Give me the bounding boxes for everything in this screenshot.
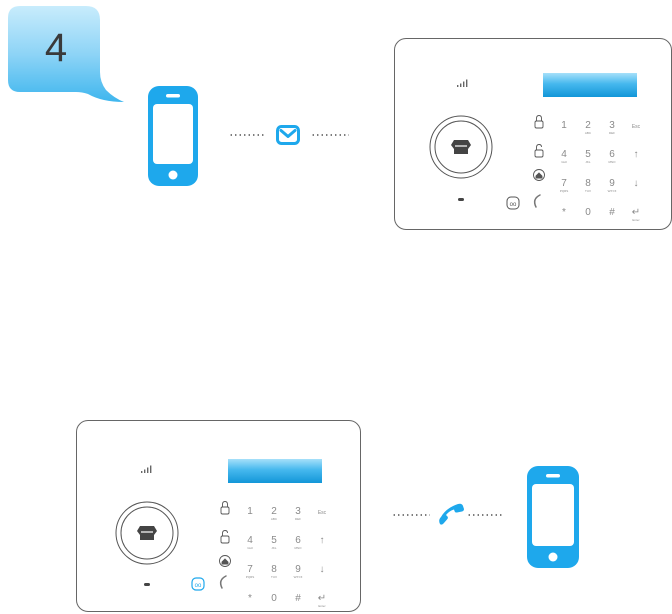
- smartphone-icon: [527, 466, 579, 573]
- keypad-key-3-3: #: [295, 593, 301, 604]
- keypad-key-0-1: 1: [247, 506, 253, 517]
- keypad-key-1-3: 6: [609, 149, 615, 160]
- alarm-panel: oo 1 2 ABC 3 DEF Esc 4 GHI 5 JKL 6 MNO ↑ 7 PQRS 8 TUV 9 WX…: [76, 420, 361, 612]
- keypad-key-3-4: ↵: [632, 207, 640, 218]
- keypad-key-3-4: ↵: [318, 593, 326, 604]
- keypad-key-sublabel: Enter: [318, 604, 325, 608]
- keypad-key-3-1: *: [562, 207, 566, 218]
- phone-handset-icon: [436, 500, 466, 533]
- keypad-key-1-3: 6: [295, 535, 301, 546]
- keypad-key-3-2: 0: [585, 207, 591, 218]
- lcd-display: [228, 459, 322, 483]
- keypad-key-2-2: 8: [585, 178, 591, 189]
- keypad-key-sublabel: GHI: [561, 160, 567, 164]
- keypad-key-1-4: ↑: [634, 149, 639, 160]
- call-key-icon: [219, 575, 227, 589]
- keypad-key-sublabel: JKL: [271, 546, 277, 550]
- call-key-icon: [533, 194, 541, 208]
- status-led: [144, 583, 150, 586]
- alarm-panel-graphic: oo 1 2ABC 3DEF Esc 4GHI 5JKL 6MNO ↑ 7PQRS 8TUV 9WX…: [115, 459, 327, 608]
- voice-message-icon: oo: [506, 196, 520, 210]
- keypad-key-0-4: Esc: [318, 510, 327, 516]
- keypad-key-0-3: 3: [295, 506, 301, 517]
- keypad-key-sublabel: GHI: [247, 546, 253, 550]
- keypad-key-sublabel: DEF: [609, 131, 615, 135]
- navigation-dial: [115, 501, 179, 565]
- home-lock-icon: [219, 555, 231, 567]
- keypad-key-1-1: 4: [247, 535, 253, 546]
- keypad-key-sublabel: Enter: [632, 218, 639, 222]
- smartphone-icon: [148, 86, 198, 191]
- lock-closed-icon: [534, 115, 544, 129]
- connector-dots: [392, 514, 430, 516]
- keypad-key-0-2: 2: [585, 120, 591, 131]
- keypad-key-0-2: 2: [271, 506, 277, 517]
- step-badge: 4: [6, 4, 126, 106]
- lcd-display: [543, 73, 637, 97]
- keypad-key-0-1: 1: [561, 120, 567, 131]
- connector-dots: [467, 514, 503, 516]
- envelope-icon: [276, 125, 300, 150]
- lock-open-icon: [220, 530, 230, 544]
- home-icon: [137, 526, 157, 540]
- keypad-key-sublabel: DEF: [295, 517, 301, 521]
- signal-icon: [141, 465, 152, 473]
- keypad-key-2-1: 7: [561, 178, 567, 189]
- keypad-key-sublabel: ABC: [585, 131, 592, 135]
- keypad-key-sublabel: PQRS: [246, 575, 255, 579]
- signal-icon: [457, 79, 468, 87]
- keypad-key-sublabel: MNO: [609, 160, 617, 164]
- keypad-key-1-2: 5: [585, 149, 591, 160]
- home-icon: [451, 140, 471, 154]
- keypad-key-3-1: *: [248, 593, 252, 604]
- keypad-key-2-3: 9: [609, 178, 615, 189]
- status-led: [458, 198, 464, 201]
- lock-open-icon: [534, 144, 544, 158]
- keypad-key-1-1: 4: [561, 149, 567, 160]
- alarm-panel-graphic: oo 1 2ABC 3DEF Esc 4GHI 5JKL 6MNO ↑ 7PQRS 8TUV 9WX…: [429, 73, 641, 222]
- lock-closed-icon: [220, 501, 230, 515]
- keypad-key-0-3: 3: [609, 120, 615, 131]
- keypad-key-sublabel: WXYZ: [294, 575, 303, 579]
- keypad-key-sublabel: JKL: [585, 160, 591, 164]
- keypad-key-sublabel: PQRS: [560, 189, 569, 193]
- keypad-key-2-2: 8: [271, 564, 277, 575]
- alarm-panel: oo 1 2 ABC 3 DEF Esc 4 GHI 5 JKL 6 MNO ↑ 7 PQRS 8 TUV 9 WX…: [394, 38, 672, 230]
- keypad-key-2-1: 7: [247, 564, 253, 575]
- keypad-key-1-4: ↑: [320, 535, 325, 546]
- keypad-key-sublabel: TUV: [271, 575, 277, 579]
- keypad-key-2-4: ↓: [320, 564, 325, 575]
- connector-dots: [311, 134, 349, 136]
- keypad-key-2-4: ↓: [634, 178, 639, 189]
- keypad-key-sublabel: MNO: [295, 546, 303, 550]
- navigation-dial: [429, 115, 493, 179]
- svg-text:oo: oo: [510, 202, 517, 208]
- keypad-key-sublabel: ABC: [271, 517, 278, 521]
- keypad-key-3-3: #: [609, 207, 615, 218]
- step-number: 4: [44, 26, 68, 70]
- voice-message-icon: oo: [191, 577, 205, 591]
- keypad-key-sublabel: WXYZ: [608, 189, 617, 193]
- svg-text:oo: oo: [195, 583, 202, 589]
- home-lock-icon: [533, 169, 545, 181]
- keypad-key-2-3: 9: [295, 564, 301, 575]
- connector-dots: [229, 134, 265, 136]
- keypad-key-0-4: Esc: [632, 124, 641, 130]
- keypad-key-3-2: 0: [271, 593, 277, 604]
- keypad-key-1-2: 5: [271, 535, 277, 546]
- keypad-key-sublabel: TUV: [585, 189, 591, 193]
